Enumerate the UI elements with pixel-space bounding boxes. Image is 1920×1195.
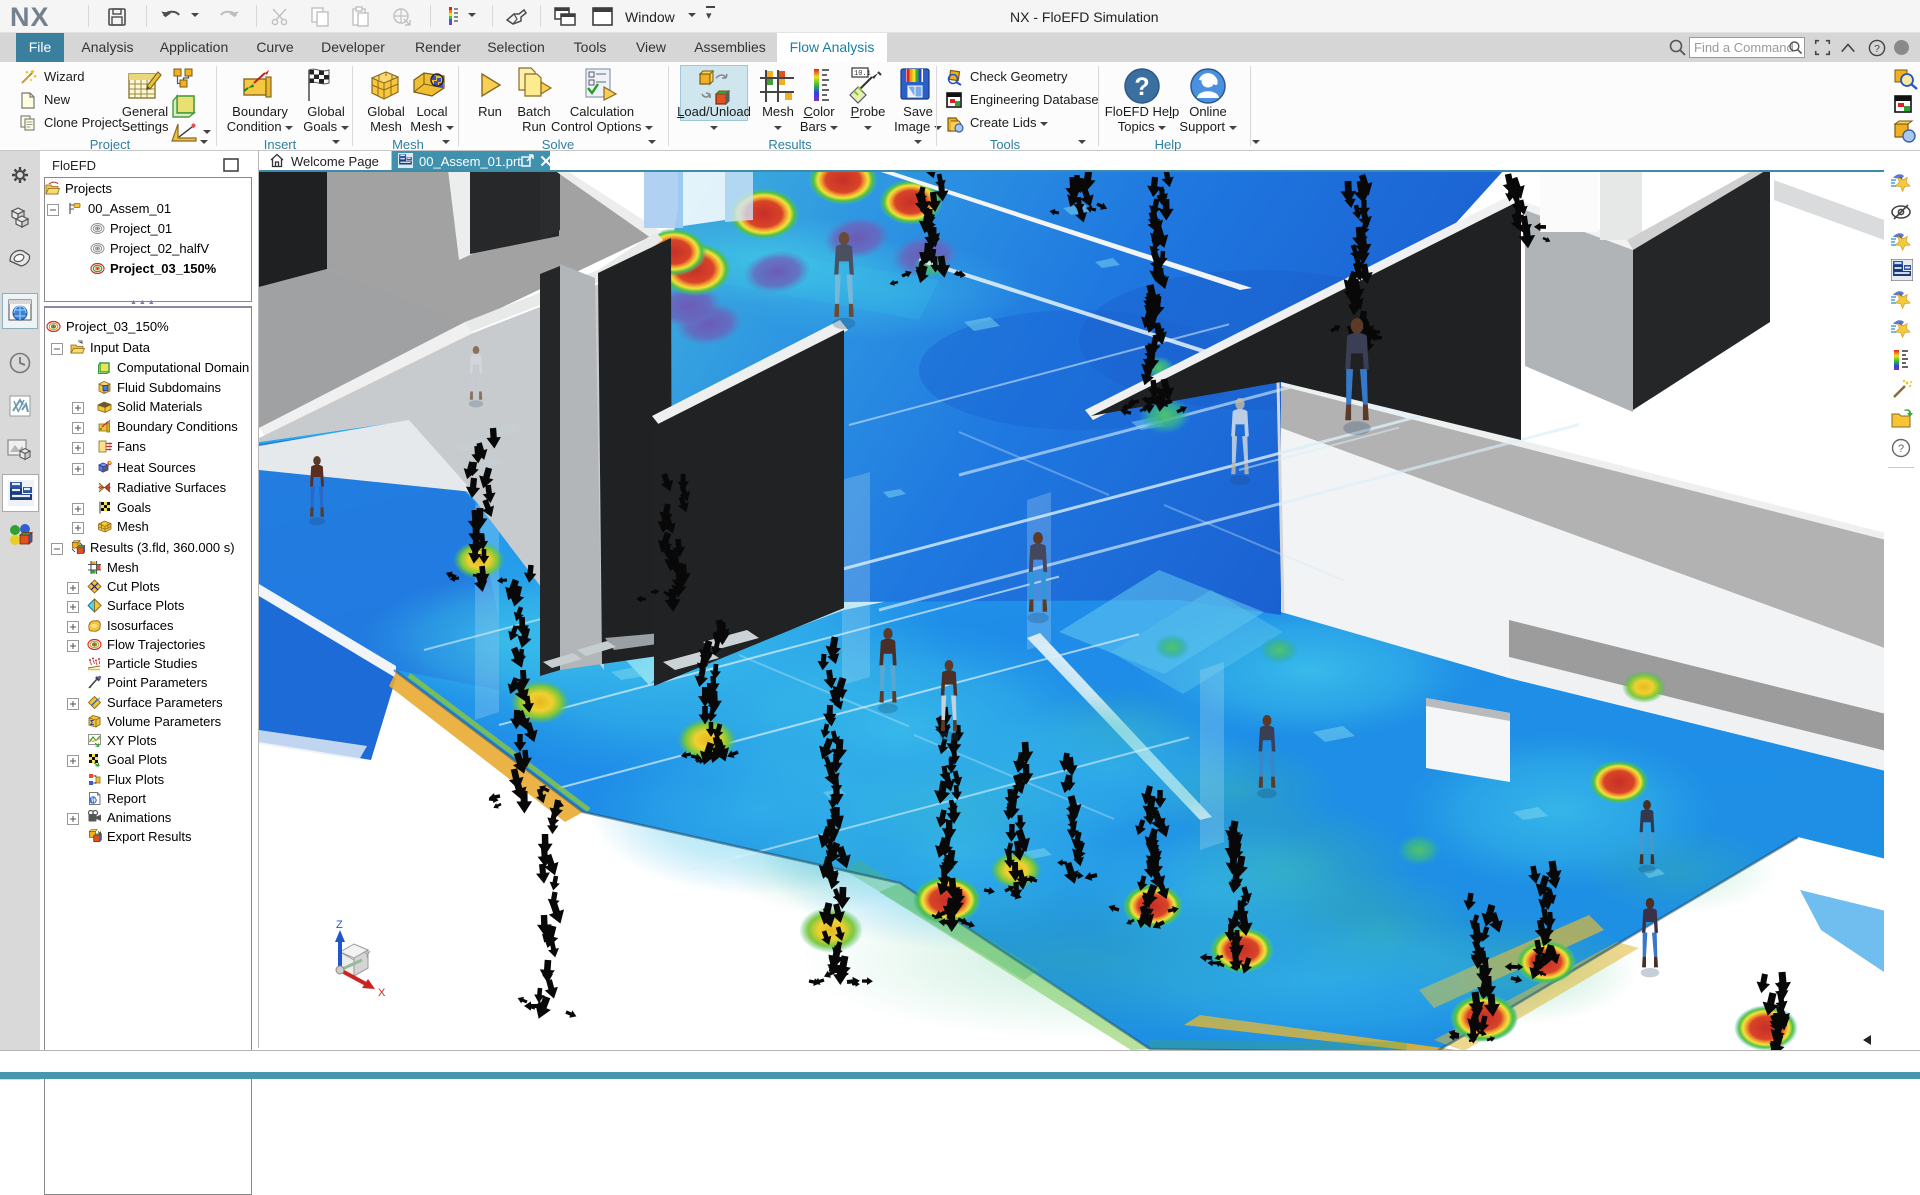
svg-text:?: ? [1898, 443, 1904, 455]
svg-text:Y: Y [364, 950, 371, 961]
svg-text:Σ: Σ [90, 720, 94, 727]
svg-text:?: ? [1134, 73, 1149, 101]
svg-text:?: ? [1874, 44, 1880, 55]
svg-text:W: W [91, 797, 98, 805]
svg-text:X: X [378, 987, 386, 999]
svg-text:Z: Z [336, 919, 343, 931]
svg-text:10.1: 10.1 [854, 70, 871, 78]
